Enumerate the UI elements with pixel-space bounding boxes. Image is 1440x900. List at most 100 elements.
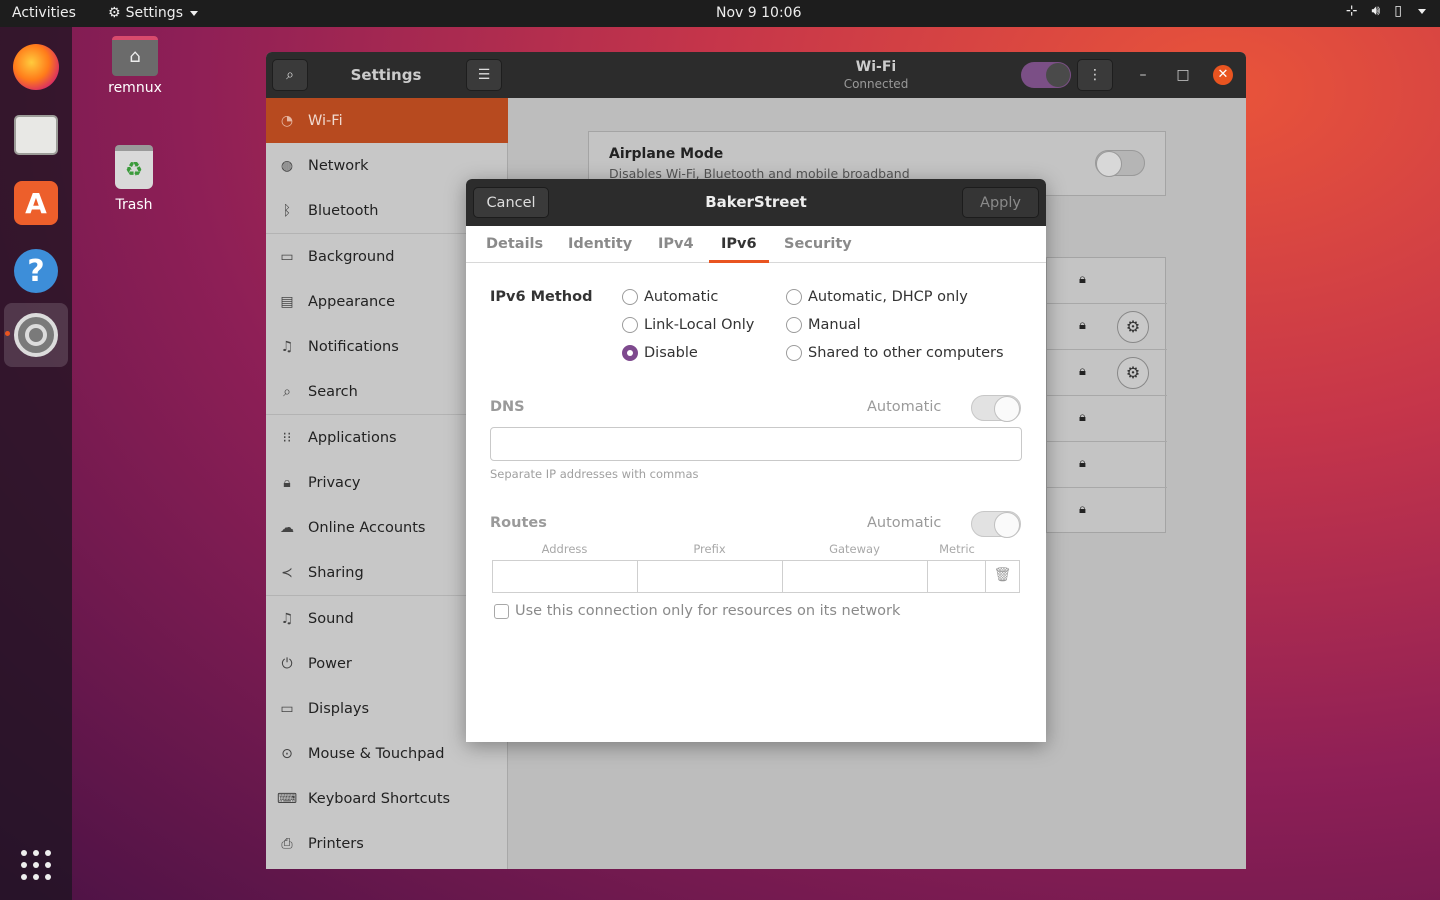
desktop-home-folder[interactable]: remnux	[95, 36, 175, 96]
dock-settings[interactable]	[4, 303, 68, 367]
sidebar-item-printers[interactable]: ⎙ Printers	[266, 821, 508, 866]
dns-input[interactable]	[490, 427, 1022, 461]
app-menu-label: Settings	[125, 5, 183, 21]
dock-firefox[interactable]	[4, 35, 68, 99]
close-button[interactable]: ✕	[1213, 65, 1233, 85]
list-item[interactable]: 🔒︎	[1047, 396, 1167, 442]
system-menu-icon	[1418, 8, 1426, 14]
radio-label: Shared to other computers	[808, 345, 1004, 361]
network-settings-gear-icon[interactable]: ⚙	[1117, 357, 1149, 389]
route-gateway-input[interactable]	[782, 560, 928, 593]
list-item[interactable]: 🔒︎ ⚙	[1047, 304, 1167, 350]
clock[interactable]: Nov 9 10:06	[716, 5, 801, 21]
desktop-trash[interactable]: ♻ Trash	[94, 145, 174, 213]
route-column-gateway: Gateway	[829, 542, 880, 556]
sidebar-item-label: Search	[308, 383, 358, 400]
gear-icon: ⚙	[108, 5, 121, 21]
display-icon: ▭	[280, 700, 294, 717]
sidebar-item-label: Bluetooth	[308, 202, 379, 219]
dock-ubuntu-software[interactable]: A	[4, 171, 68, 235]
wifi-menu-button[interactable]: ⋮	[1077, 59, 1113, 91]
route-delete-button[interactable]: 🗑︎	[985, 560, 1020, 593]
route-column-prefix: Prefix	[693, 542, 726, 556]
list-item[interactable]: 🔒︎	[1047, 488, 1167, 534]
lock-icon: 🔒︎	[1079, 364, 1086, 379]
dialog-title: BakerStreet	[705, 193, 807, 211]
radio-shared-to-other-computers[interactable]: Shared to other computers	[786, 345, 1004, 361]
apply-button[interactable]: Apply	[962, 187, 1039, 218]
radio-automatic-dhcp-only[interactable]: Automatic, DHCP only	[786, 289, 968, 305]
dock-help[interactable]: ?	[4, 239, 68, 303]
dns-label: DNS	[490, 399, 525, 415]
app-menu[interactable]: ⚙ Settings	[108, 5, 198, 21]
dock-files[interactable]	[4, 103, 68, 167]
tab-details[interactable]: Details	[474, 226, 555, 263]
apps-grid-icon: ⁝⁝	[282, 429, 292, 446]
radio-disable[interactable]: Disable	[622, 345, 698, 361]
kebab-menu-icon: ⋮	[1088, 67, 1102, 83]
sidebar-item-label: Sharing	[308, 564, 364, 581]
airplane-mode-title: Airplane Mode	[609, 146, 724, 162]
radio-indicator	[622, 289, 638, 305]
route-prefix-input[interactable]	[637, 560, 783, 593]
list-item[interactable]: 🔒︎	[1047, 442, 1167, 488]
tab-ipv4[interactable]: IPv4	[646, 226, 706, 263]
list-item[interactable]: 🔒︎	[1047, 258, 1167, 304]
cloud-icon: ☁	[280, 519, 294, 536]
lock-icon: 🔒︎	[1079, 410, 1086, 425]
dns-hint: Separate IP addresses with commas	[490, 467, 699, 481]
trash-icon: 🗑︎	[993, 567, 1012, 583]
appearance-icon: ▤	[280, 293, 294, 310]
network-settings-gear-icon[interactable]: ⚙	[1117, 311, 1149, 343]
radio-label: Link-Local Only	[644, 317, 755, 333]
battery-icon: ▯	[1394, 3, 1402, 19]
radio-link-local-only[interactable]: Link-Local Only	[622, 317, 754, 333]
primary-menu-button[interactable]: ☰	[466, 59, 502, 91]
route-address-input[interactable]	[492, 560, 638, 593]
sidebar-item-keyboard-shortcuts[interactable]: ⌨ Keyboard Shortcuts	[266, 776, 508, 821]
sidebar-item-wifi[interactable]: ◔ Wi-Fi	[266, 98, 508, 143]
wifi-network-list: 🔒︎ 🔒︎ ⚙ 🔒︎ ⚙ 🔒︎ 🔒︎ 🔒︎	[1046, 257, 1167, 534]
maximize-button[interactable]: □	[1173, 65, 1193, 85]
activities-button[interactable]: Activities	[12, 5, 76, 21]
home-folder-label: remnux	[108, 80, 162, 96]
radio-manual[interactable]: Manual	[786, 317, 861, 333]
sidebar-item-label: Mouse & Touchpad	[308, 745, 445, 762]
radio-label: Automatic	[644, 289, 719, 305]
tab-ipv6[interactable]: IPv6	[709, 226, 769, 263]
search-button[interactable]: ⌕	[272, 59, 308, 91]
radio-indicator-selected	[622, 345, 638, 361]
lock-icon: 🔒︎	[1079, 502, 1086, 517]
show-applications-icon[interactable]	[21, 850, 51, 880]
wifi-toggle[interactable]	[1021, 62, 1071, 88]
minimize-button[interactable]: –	[1133, 65, 1153, 85]
airplane-mode-toggle[interactable]	[1095, 150, 1145, 177]
bell-icon: ♫	[280, 338, 294, 355]
system-tray[interactable]: ⊹ 🔊︎ ▯	[1346, 3, 1426, 19]
sidebar-item-label: Keyboard Shortcuts	[308, 790, 451, 807]
tab-identity[interactable]: Identity	[556, 226, 644, 263]
resources-only-checkbox[interactable]: Use this connection only for resources o…	[494, 603, 900, 619]
tab-security[interactable]: Security	[772, 226, 864, 263]
sidebar-item-label: Applications	[308, 429, 397, 446]
panel-subtitle: Connected	[843, 77, 909, 91]
route-metric-input[interactable]	[927, 560, 986, 593]
mouse-icon: ⊙	[281, 745, 293, 762]
sidebar-item-label: Network	[308, 157, 369, 174]
firefox-icon	[13, 44, 59, 90]
cancel-button[interactable]: Cancel	[473, 187, 549, 218]
network-globe-icon: ◍	[280, 157, 294, 174]
background-icon: ▭	[280, 248, 294, 265]
dns-automatic-toggle[interactable]	[971, 395, 1021, 422]
settings-header-bar: ⌕ Settings ☰ Wi-Fi Connected ⋮ – □ ✕	[266, 52, 1246, 98]
list-item[interactable]: 🔒︎ ⚙	[1047, 350, 1167, 396]
share-icon: ≺	[281, 564, 293, 581]
routes-automatic-toggle[interactable]	[971, 511, 1021, 538]
radio-automatic[interactable]: Automatic	[622, 289, 718, 305]
radio-label: Disable	[644, 345, 698, 361]
trash-icon: ♻	[115, 145, 153, 189]
dialog-header-bar: Cancel BakerStreet Apply	[466, 179, 1046, 226]
panel-title: Wi-Fi	[855, 59, 897, 75]
sidebar-item-label: Wi-Fi	[308, 112, 343, 129]
bluetooth-icon: ᛒ	[282, 202, 292, 219]
